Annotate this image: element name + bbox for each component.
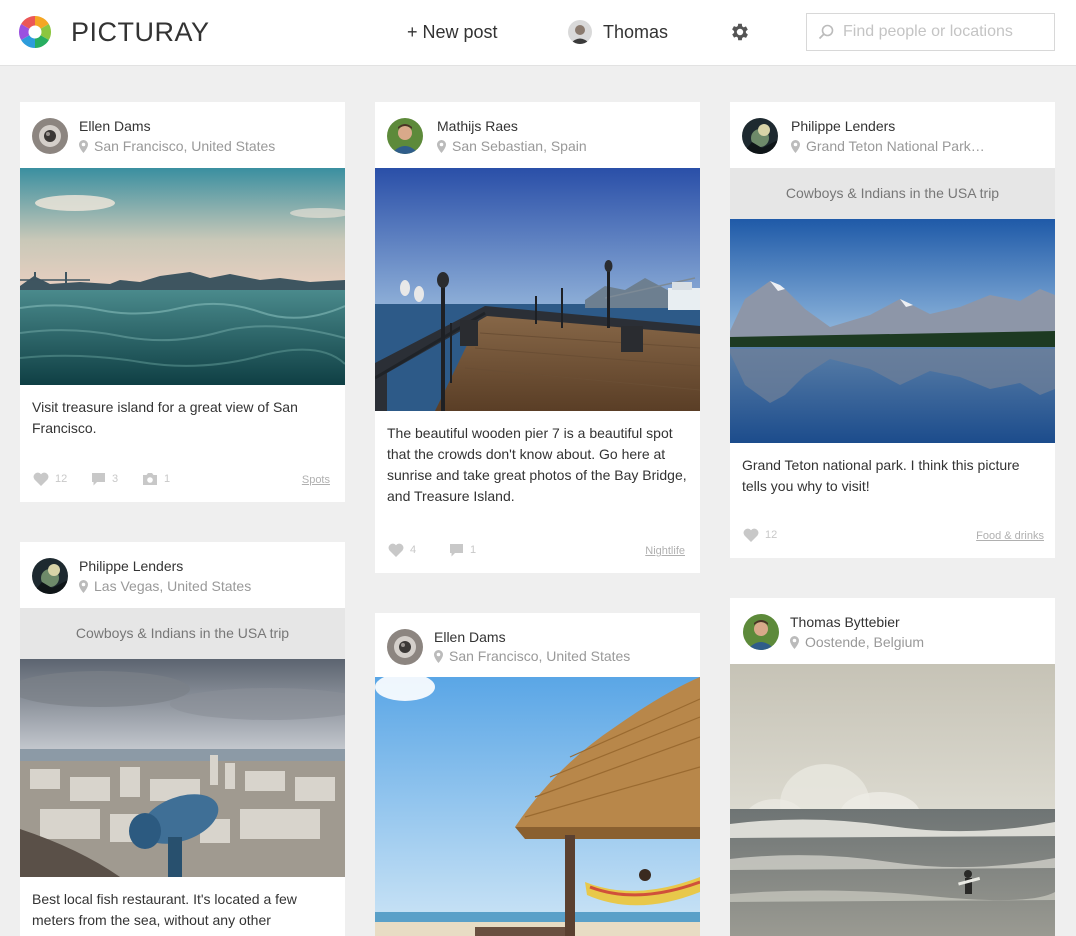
post-caption: Best local fish restaurant. It's located…: [32, 891, 297, 928]
logo-icon[interactable]: [19, 16, 51, 48]
location-label: Oostende, Belgium: [805, 634, 925, 650]
location[interactable]: Las Vegas, United States: [79, 578, 251, 594]
category-tag[interactable]: Nightlife: [645, 545, 685, 557]
author-name[interactable]: Ellen Dams: [79, 118, 151, 134]
comment-button[interactable]: 3: [91, 472, 118, 486]
location-pin-icon: [791, 139, 800, 153]
user-name: Thomas: [603, 21, 669, 42]
heart-icon: [33, 472, 49, 486]
author-name[interactable]: Mathijs Raes: [437, 118, 518, 134]
gear-icon[interactable]: [729, 21, 751, 43]
like-button[interactable]: 4: [388, 543, 416, 557]
location-pin-icon: [437, 139, 446, 153]
post-photo[interactable]: [20, 168, 345, 385]
post-card[interactable]: Ellen Dams San Francisco, United States: [20, 102, 345, 502]
location-label: Las Vegas, United States: [94, 578, 252, 594]
like-count: 12: [55, 473, 68, 485]
comment-count: 1: [470, 544, 477, 556]
heart-icon: [388, 543, 404, 557]
post-photo[interactable]: [730, 664, 1055, 936]
trip-banner[interactable]: Cowboys & Indians in the USA trip: [20, 608, 345, 659]
post-card[interactable]: Philippe Lenders Las Vegas, United State…: [20, 542, 345, 936]
comment-icon: [92, 473, 105, 486]
location-pin-icon: [79, 139, 88, 153]
like-button[interactable]: 12: [33, 472, 67, 486]
author-name[interactable]: Philippe Lenders: [79, 558, 183, 574]
search-box: [806, 13, 1055, 51]
location-pin-icon: [434, 649, 443, 663]
category-tag[interactable]: Spots: [302, 474, 330, 486]
avatar[interactable]: [742, 118, 778, 154]
location[interactable]: Grand Teton National Park…: [791, 138, 985, 154]
post-photo[interactable]: [730, 219, 1055, 443]
post-card[interactable]: Thomas Byttebier Oostende, Belgium: [730, 598, 1055, 936]
author-name[interactable]: Ellen Dams: [434, 629, 506, 645]
location[interactable]: San Francisco, United States: [434, 648, 630, 664]
avatar[interactable]: [387, 629, 423, 665]
post-card[interactable]: Philippe Lenders Grand Teton National Pa…: [730, 102, 1055, 558]
post-photo[interactable]: [20, 659, 345, 877]
author-name[interactable]: Thomas Byttebier: [790, 614, 900, 630]
comment-icon: [450, 544, 463, 557]
author-name[interactable]: Philippe Lenders: [791, 118, 895, 134]
location[interactable]: San Francisco, United States: [79, 138, 275, 154]
post-caption: Visit treasure island for a great view o…: [32, 399, 298, 436]
location-label: San Francisco, United States: [94, 138, 276, 154]
post-card[interactable]: Mathijs Raes San Sebastian, Spain The be…: [375, 102, 700, 573]
like-count: 4: [410, 544, 417, 556]
post-caption: The beautiful wooden pier 7 is a beautif…: [387, 425, 687, 504]
photo-count-button[interactable]: 1: [142, 472, 170, 486]
location-pin-icon: [790, 635, 799, 649]
brand-name[interactable]: PICTURAY: [71, 17, 210, 48]
user-menu[interactable]: Thomas: [568, 20, 668, 44]
location-pin-icon: [79, 579, 88, 593]
new-post-button[interactable]: + New post: [407, 22, 498, 43]
like-count: 12: [765, 529, 778, 541]
avatar[interactable]: [32, 558, 68, 594]
post-card[interactable]: Ellen Dams San Francisco, United States: [375, 613, 700, 936]
location-label: Grand Teton National Park…: [806, 138, 985, 154]
search-input[interactable]: [843, 23, 1043, 41]
location[interactable]: San Sebastian, Spain: [437, 138, 587, 154]
comment-count: 3: [112, 473, 119, 485]
avatar[interactable]: [743, 614, 779, 650]
location-label: San Francisco, United States: [449, 648, 631, 664]
location-label: San Sebastian, Spain: [452, 138, 587, 154]
photo-count: 1: [164, 473, 171, 485]
avatar: [568, 20, 592, 44]
avatar[interactable]: [387, 118, 423, 154]
location[interactable]: Oostende, Belgium: [790, 634, 924, 650]
like-button[interactable]: 12: [743, 528, 777, 542]
avatar[interactable]: [32, 118, 68, 154]
top-bar: PICTURAY + New post Thomas: [0, 0, 1076, 66]
category-tag[interactable]: Food & drinks: [976, 530, 1044, 542]
comment-button[interactable]: 1: [449, 543, 476, 557]
post-photo[interactable]: [375, 677, 700, 936]
heart-icon: [743, 528, 759, 542]
trip-banner[interactable]: Cowboys & Indians in the USA trip: [730, 168, 1055, 219]
post-photo[interactable]: [375, 168, 700, 411]
search-icon: [818, 24, 834, 40]
post-caption: Grand Teton national park. I think this …: [742, 457, 1020, 494]
camera-icon: [143, 473, 157, 485]
